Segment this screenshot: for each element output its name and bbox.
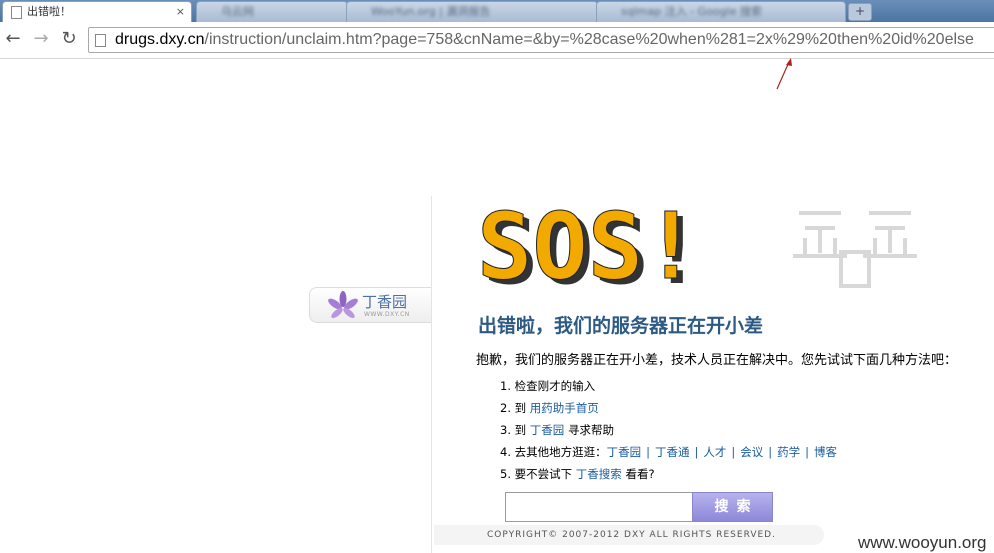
tab-1[interactable]: 乌云网	[196, 1, 348, 22]
link-dxt[interactable]: 丁香通	[655, 445, 690, 459]
tab-active[interactable]: 出错啦！ ×	[2, 1, 192, 22]
watermark-text: www.wooyun.org	[858, 533, 987, 552]
link-meetings[interactable]: 会议	[740, 445, 763, 459]
link-blog[interactable]: 博客	[814, 445, 837, 459]
sos-graphic: SOS! SOS!	[477, 208, 917, 292]
tab-3[interactable]: sqlmap 注入 - Google 搜索	[596, 1, 846, 22]
tab-title: 乌云网	[221, 5, 254, 18]
link-pharmacy[interactable]: 药学	[777, 445, 800, 459]
link-jobs[interactable]: 人才	[703, 445, 726, 459]
link-dxy[interactable]: 丁香园	[530, 423, 565, 437]
tab-title: 出错啦！	[27, 5, 71, 18]
list-item: 4. 去其他地方逛逛：丁香园 | 丁香通 | 人才 | 会议 | 药学 | 博客	[500, 445, 838, 459]
list-item: 2. 到 用药助手首页	[500, 401, 599, 415]
search-input[interactable]	[505, 492, 693, 522]
tab-2[interactable]: WooYun.org | 漏洞报告	[346, 1, 598, 22]
page-icon	[95, 34, 106, 47]
tab-title: WooYun.org | 漏洞报告	[371, 5, 491, 18]
browser-toolbar: ← → ↻ drugs.dxy.cn/instruction/unclaim.h…	[0, 22, 994, 59]
annotation-arrow-icon	[776, 58, 792, 90]
link-dxy-search[interactable]: 丁香搜索	[576, 467, 622, 481]
back-icon[interactable]: ←	[2, 28, 24, 50]
logo-text: 丁香园	[362, 293, 408, 311]
close-icon[interactable]: ×	[176, 2, 185, 22]
new-tab-button[interactable]: +	[848, 3, 872, 21]
search-button[interactable]: 搜索	[692, 492, 773, 522]
address-bar[interactable]: drugs.dxy.cn/instruction/unclaim.htm?pag…	[88, 27, 994, 53]
reload-icon[interactable]: ↻	[58, 28, 80, 50]
suggestion-list: 1. 检查刚才的输入 2. 到 用药助手首页 3. 到 丁香园 寻求帮助 4. …	[500, 376, 837, 486]
flower-logo-icon	[328, 291, 358, 319]
link-drug-assistant-home[interactable]: 用药助手首页	[530, 401, 599, 415]
list-item: 5. 要不尝试下 丁香搜索 看看?	[500, 467, 655, 481]
sos-text: SOS!	[477, 208, 699, 292]
page-title: 出错啦，我们的服务器正在开小差	[478, 315, 764, 337]
content-divider	[431, 196, 432, 553]
copyright-text: COPYRIGHT© 2007-2012 DXY ALL RIGHTS RESE…	[487, 530, 776, 540]
list-item: 1. 检查刚才的输入	[500, 379, 596, 393]
url-path: /instruction/unclaim.htm?page=758&cnName…	[204, 31, 974, 48]
forward-icon[interactable]: →	[30, 28, 52, 50]
tab-strip: 出错啦！ × 乌云网 WooYun.org | 漏洞报告 sqlmap 注入 -…	[0, 0, 994, 22]
link-dxy[interactable]: 丁香园	[607, 445, 642, 459]
url-host: drugs.dxy.cn	[115, 31, 205, 48]
dxy-logo[interactable]: 丁香园 WWW.DXY.CN	[309, 287, 431, 323]
url-text: drugs.dxy.cn/instruction/unclaim.htm?pag…	[115, 28, 974, 52]
logo-subtext: WWW.DXY.CN	[364, 311, 410, 318]
list-item: 3. 到 丁香园 寻求帮助	[500, 423, 614, 437]
decorative-glyph-icon	[793, 211, 917, 288]
intro-text: 抱歉，我们的服务器正在开小差，技术人员正在解决中。您先试试下面几种方法吧：	[476, 353, 958, 368]
page-icon	[11, 6, 22, 19]
tab-title: sqlmap 注入 - Google 搜索	[621, 5, 762, 18]
